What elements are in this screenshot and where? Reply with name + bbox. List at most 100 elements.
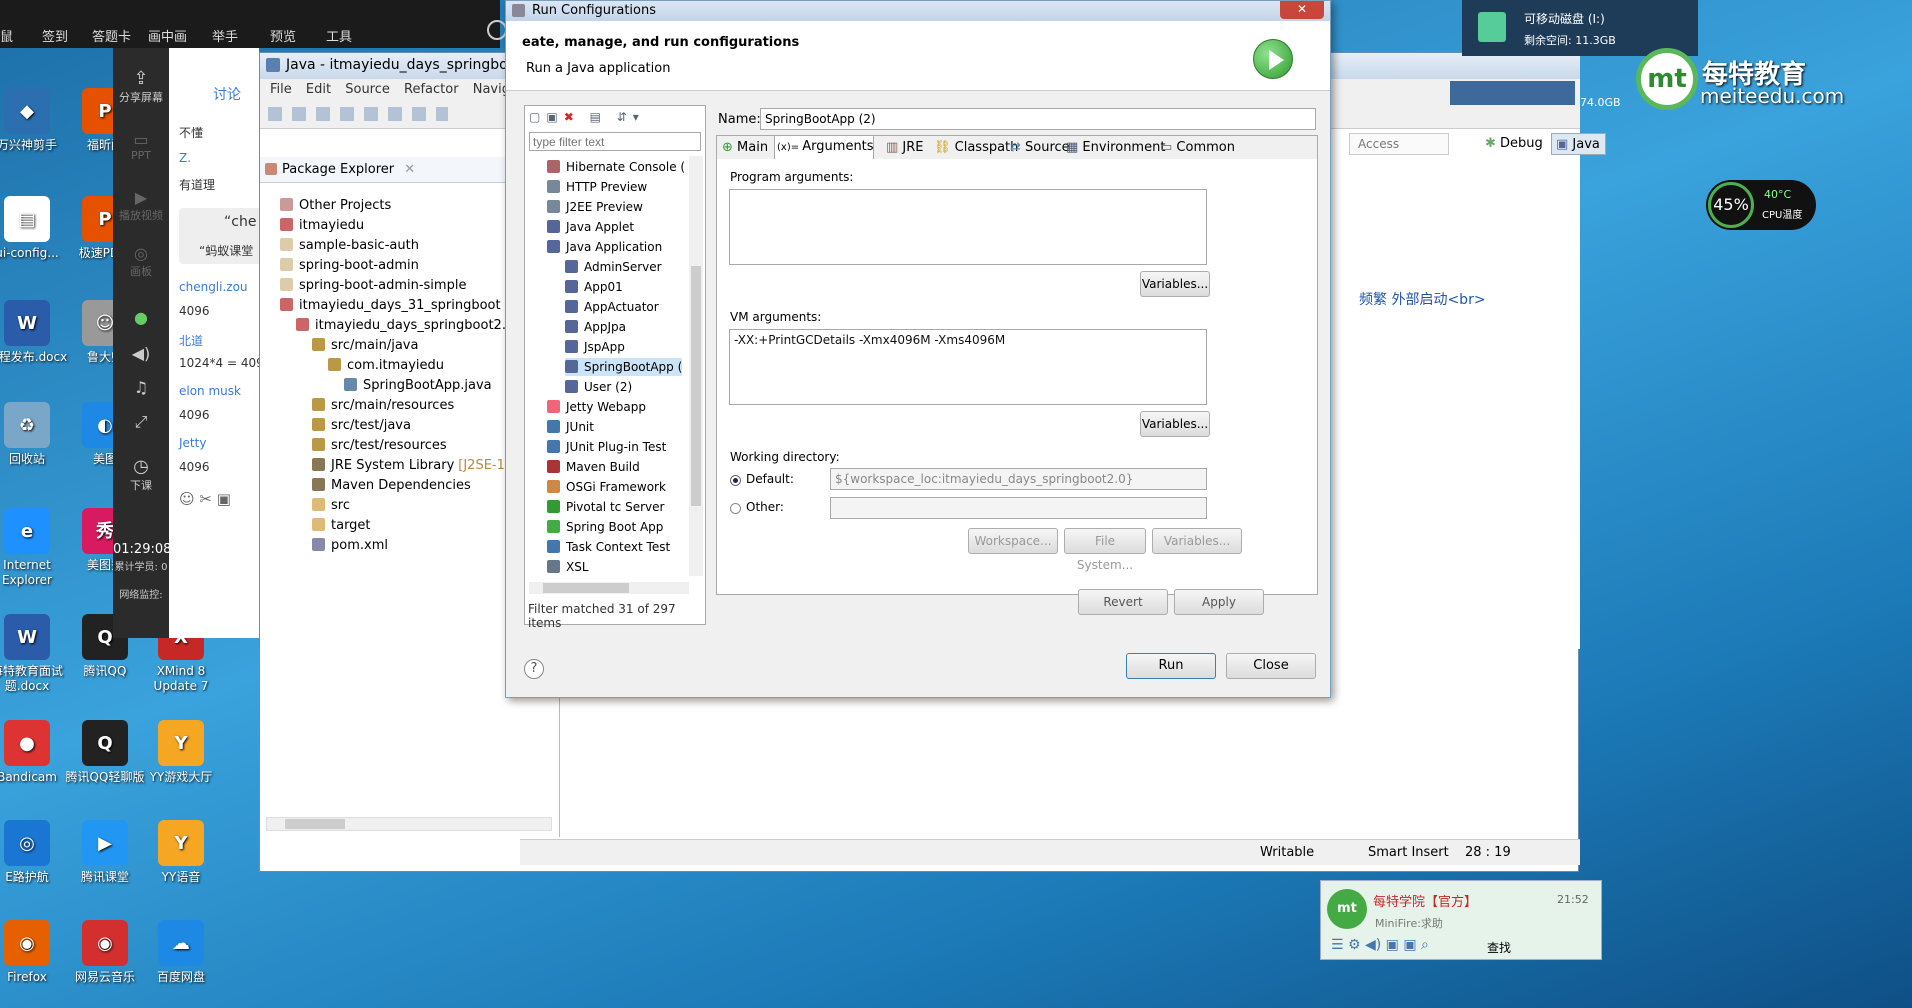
tree-item[interactable]: target xyxy=(312,517,371,535)
run-button[interactable]: Run xyxy=(1126,653,1216,679)
apply-button[interactable]: Apply xyxy=(1174,589,1264,615)
menu-edit[interactable]: Edit xyxy=(306,82,331,97)
toolbar-item[interactable]: 举手 xyxy=(212,26,238,45)
speaker-icon[interactable]: ◀) xyxy=(113,344,169,363)
toolbar-item[interactable]: 工具 xyxy=(326,26,352,45)
search-label[interactable]: 查找 xyxy=(1487,939,1511,956)
perspective-java[interactable]: ▣ Java xyxy=(1551,133,1606,155)
tree-item[interactable]: Other Projects xyxy=(280,197,391,215)
config-tree-item[interactable]: JspApp xyxy=(565,338,625,356)
tree-item[interactable]: spring-boot-admin xyxy=(280,257,419,275)
tree-item[interactable]: pom.xml xyxy=(312,537,388,555)
config-tree-item[interactable]: AppActuator xyxy=(565,298,659,316)
config-tree-item[interactable]: Java Applet xyxy=(547,218,634,236)
default-radio[interactable] xyxy=(730,475,741,486)
close-icon[interactable]: ✕ xyxy=(1280,1,1324,19)
program-variables-button[interactable]: Variables... xyxy=(1140,271,1210,297)
desktop-icon[interactable]: Y YY游戏大厅 xyxy=(136,720,226,785)
tree-item[interactable]: com.itmayiedu xyxy=(328,357,444,375)
other-radio[interactable] xyxy=(730,503,741,514)
config-tree-item[interactable]: JUnit xyxy=(547,418,594,436)
window-controls[interactable] xyxy=(1450,81,1575,105)
config-tree-item[interactable]: Spring Boot App xyxy=(547,518,663,536)
tree-item[interactable]: src/test/java xyxy=(312,417,411,435)
tree-item[interactable]: Maven Dependencies xyxy=(312,477,471,495)
config-tree-item[interactable]: Java Application xyxy=(547,238,662,256)
fullscreen-icon[interactable]: ⤢ xyxy=(113,412,169,432)
scroll-thumb[interactable] xyxy=(285,819,345,829)
toolbar-item[interactable]: 答题卡 xyxy=(92,26,131,45)
tab-source[interactable]: ⇄ Source xyxy=(1008,137,1070,159)
mic-icon[interactable]: ● xyxy=(113,308,169,327)
vertical-scrollbar[interactable] xyxy=(689,156,703,576)
tab-environment[interactable]: ▦ Environment xyxy=(1064,137,1165,159)
play-video-button[interactable]: ▶ 播放视频 xyxy=(113,188,169,223)
tree-item[interactable]: SpringBootApp.java xyxy=(344,377,492,395)
vm-args-field[interactable]: -XX:+PrintGCDetails -Xmx4096M -Xms4096M xyxy=(729,329,1207,405)
config-tree-item[interactable]: Task Context Test xyxy=(547,538,670,556)
config-tree-item[interactable]: OSGi Framework xyxy=(547,478,666,496)
ppt-button[interactable]: ▭ PPT xyxy=(113,130,169,162)
menu-file[interactable]: File xyxy=(270,82,292,97)
notice-toolbar-icons[interactable]: ☰ ⚙ ◀) ▣ ▣ ⌕ xyxy=(1331,937,1429,953)
toolbar-item[interactable]: 预览 xyxy=(270,26,296,45)
toolbar-icons[interactable] xyxy=(268,107,448,121)
emoji-icon[interactable]: ☺ ✂ ▣ xyxy=(179,490,231,508)
cpu-widget[interactable]: 45% 40°C CPU温度 xyxy=(1706,180,1816,230)
tree-item[interactable]: itmayiedu xyxy=(280,217,364,235)
close-button[interactable]: Close xyxy=(1226,653,1316,679)
tab-arguments[interactable]: (x)= Arguments xyxy=(774,135,874,159)
quick-access-input[interactable]: Access xyxy=(1349,133,1449,155)
tree-item[interactable]: src xyxy=(312,497,350,515)
vm-variables-button[interactable]: Variables... xyxy=(1140,411,1210,437)
revert-button[interactable]: Revert xyxy=(1078,589,1168,615)
tree-item[interactable]: JRE System Library [J2SE-1 xyxy=(312,457,505,475)
power-icon[interactable] xyxy=(487,20,507,40)
scroll-thumb[interactable] xyxy=(543,583,629,593)
config-tree-item[interactable]: XSL xyxy=(547,558,589,576)
config-tree-item[interactable]: SpringBootApp ( xyxy=(565,358,683,376)
config-tree-item[interactable]: AdminServer xyxy=(565,258,662,276)
tree-toolbar-icons[interactable]: ▢▣✖ ▤ ⇵▾ xyxy=(529,110,645,124)
config-tree-item[interactable]: Hibernate Console ( xyxy=(547,158,685,176)
config-tree-item[interactable]: User (2) xyxy=(565,378,632,396)
config-tree-item[interactable]: JUnit Plug-in Test xyxy=(547,438,666,456)
config-tree-item[interactable]: HTTP Preview xyxy=(547,178,647,196)
horizontal-scrollbar[interactable] xyxy=(266,817,552,831)
menu-refactor[interactable]: Refactor xyxy=(404,82,459,97)
tab-common[interactable]: ▭ Common xyxy=(1158,137,1235,159)
tab-main[interactable]: ⊕ Main xyxy=(720,137,774,159)
horizontal-scrollbar[interactable] xyxy=(529,582,689,594)
name-field[interactable]: SpringBootApp (2) xyxy=(760,108,1316,130)
toolbar-item[interactable]: 鼠 xyxy=(0,26,13,45)
tab-jre[interactable]: ▥ JRE xyxy=(884,137,928,159)
chat-notification[interactable]: mt 每特学院【官方】 21:52 MiniFire:求助 ☰ ⚙ ◀) ▣ ▣… xyxy=(1320,880,1602,960)
tree-item[interactable]: spring-boot-admin-simple xyxy=(280,277,466,295)
end-class-button[interactable]: ◷ 下课 xyxy=(113,456,169,493)
program-args-field[interactable] xyxy=(729,189,1207,265)
config-tree-item[interactable]: J2EE Preview xyxy=(547,198,643,216)
scroll-thumb[interactable] xyxy=(691,266,701,506)
toolbar-item[interactable]: 画中画 xyxy=(148,26,187,45)
config-tree-item[interactable]: AppJpa xyxy=(565,318,626,336)
tree-item[interactable]: itmayiedu_days_springboot2.0 xyxy=(296,317,514,335)
config-tree-item[interactable]: Maven Build xyxy=(547,458,640,476)
desktop-icon[interactable]: ☁ 百度网盘 xyxy=(136,920,226,985)
filter-input[interactable] xyxy=(529,132,701,151)
close-icon[interactable]: ✕ xyxy=(404,162,415,177)
board-button[interactable]: ◎ 画板 xyxy=(113,244,169,279)
config-tree-item[interactable]: Jetty Webapp xyxy=(547,398,646,416)
tab-classpath[interactable]: ⛓ Classpath xyxy=(932,137,1018,159)
share-screen-button[interactable]: ⇪ 分享屏幕 xyxy=(113,68,169,105)
menu-source[interactable]: Source xyxy=(345,82,390,97)
tree-item[interactable]: sample-basic-auth xyxy=(280,237,419,255)
help-icon[interactable]: ? xyxy=(524,659,544,679)
tree-item[interactable]: src/main/java xyxy=(312,337,418,355)
desktop-icon[interactable]: Y YY语音 xyxy=(136,820,226,885)
tree-item[interactable]: itmayiedu_days_31_springboot xyxy=(280,297,501,315)
tree-item[interactable]: src/main/resources xyxy=(312,397,454,415)
tree-item[interactable]: src/test/resources xyxy=(312,437,447,455)
config-tree-item[interactable]: Pivotal tc Server xyxy=(547,498,664,516)
toolbar-item[interactable]: 签到 xyxy=(42,26,68,45)
perspective-debug[interactable]: ✱ Debug xyxy=(1479,133,1547,155)
